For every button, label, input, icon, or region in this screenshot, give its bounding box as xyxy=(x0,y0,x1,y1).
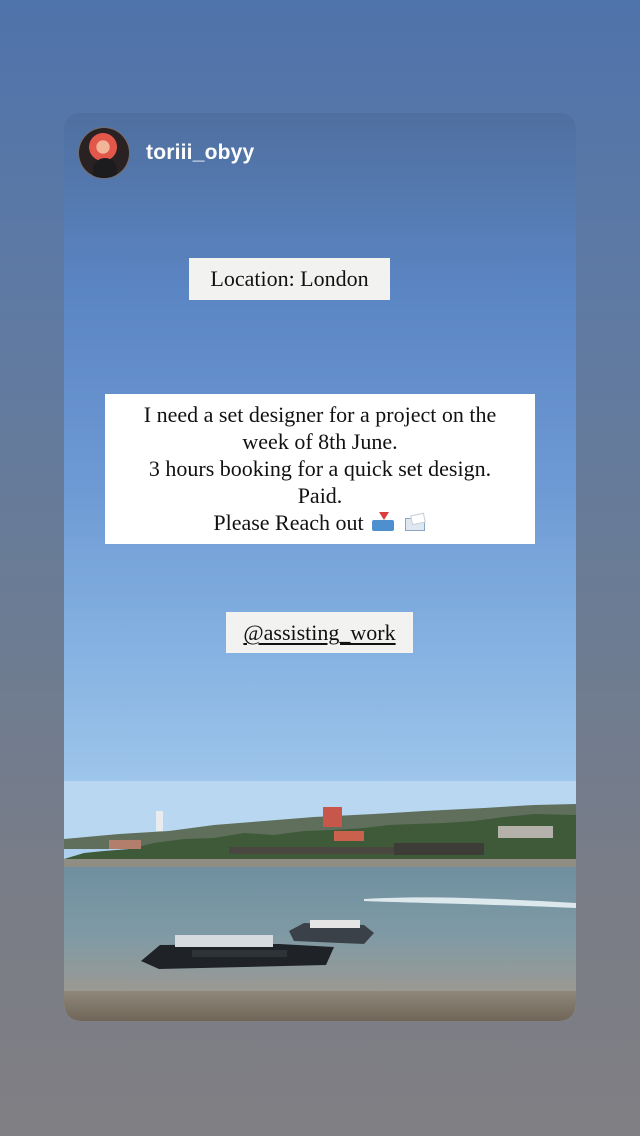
shore-line xyxy=(64,859,576,867)
river-scene-image xyxy=(64,781,576,1021)
message-line-5: Please Reach out xyxy=(213,510,364,535)
building-right xyxy=(498,826,553,838)
envelope-icon xyxy=(403,512,427,532)
ferry-2-cabin xyxy=(310,920,360,928)
location-sticker[interactable]: Location: London xyxy=(189,258,390,300)
story-header: toriii_obyy xyxy=(78,127,254,179)
mention-sticker[interactable]: @assisting_work xyxy=(226,612,413,653)
red-building-2 xyxy=(334,831,364,841)
white-tower xyxy=(156,811,163,831)
mention-link[interactable]: @assisting_work xyxy=(243,620,395,645)
pier-2 xyxy=(229,847,394,854)
ferry-cabin xyxy=(175,935,273,947)
red-building xyxy=(323,807,342,827)
building-left xyxy=(109,840,141,849)
story-card[interactable]: toriii_obyy Location: London I need a se… xyxy=(64,113,576,1021)
message-line-5-container: Please Reach out xyxy=(105,509,535,536)
message-sticker: I need a set designer for a project on t… xyxy=(105,394,535,544)
inbox-tray-icon xyxy=(371,512,395,532)
message-line-4: Paid. xyxy=(297,483,343,508)
avatar[interactable] xyxy=(78,127,130,179)
message-line-2: week of 8th June. xyxy=(242,429,398,454)
message-line-3: 3 hours booking for a quick set design. xyxy=(148,456,492,481)
ferry-window-band xyxy=(192,950,287,957)
pier xyxy=(394,843,484,855)
foreground-sand xyxy=(64,991,576,1021)
location-text: Location: London xyxy=(210,266,369,291)
username[interactable]: toriii_obyy xyxy=(146,141,254,165)
message-line-1: I need a set designer for a project on t… xyxy=(143,402,497,427)
